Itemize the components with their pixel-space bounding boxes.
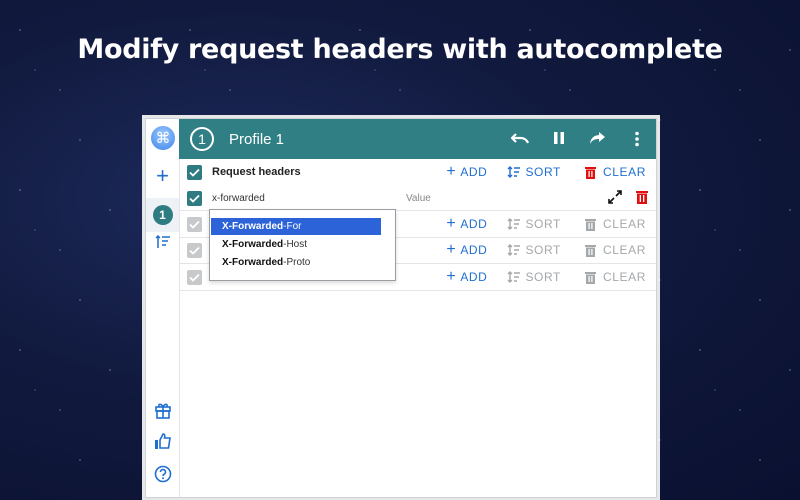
clear-label: CLEAR [602,217,646,231]
sort-icon [507,271,521,283]
trash-icon [584,244,596,257]
plus-icon: + [446,163,457,180]
section-checkbox[interactable] [187,242,202,258]
help-icon [154,465,171,483]
add-button[interactable]: + ADD [446,163,487,181]
sort-icon [507,244,521,256]
check-icon [189,168,200,177]
more-options-button[interactable] [617,131,656,147]
option-match: X-Forwarded [222,257,284,268]
expand-icon [608,189,622,204]
add-label: ADD [460,243,488,257]
undo-icon [510,133,529,144]
sort-profiles-button[interactable] [146,229,179,255]
sort-button[interactable]: SORT [507,165,561,179]
trash-icon [636,190,648,204]
option-match: X-Forwarded [222,239,284,250]
autocomplete-option[interactable]: X-Forwarded -Host [211,236,381,253]
rate-button[interactable] [146,428,179,454]
gift-button[interactable] [146,397,179,423]
profile-number-badge: 1 [190,127,214,151]
plus-icon: + [446,241,457,258]
option-rest: -Proto [283,257,311,268]
pause-button[interactable] [539,131,578,147]
add-label: ADD [460,270,488,284]
sort-label: SORT [525,243,561,257]
add-label: ADD [460,217,488,231]
add-button[interactable]: + ADD [446,241,487,259]
sort-button[interactable]: SORT [507,217,561,231]
app-logo-icon: ⌘ [151,126,175,150]
gift-icon [154,403,171,419]
check-icon [189,220,200,229]
option-match: X-Forwarded [222,221,284,232]
thumbs-up-icon [154,433,171,449]
trash-icon [584,271,596,284]
undo-button[interactable] [500,131,539,147]
section-checkbox[interactable] [187,269,202,285]
redo-button[interactable] [578,131,617,147]
clear-button[interactable]: CLEAR [584,270,646,284]
sort-label: SORT [525,217,561,231]
extension-popup: ⌘ + 1 1 Profile 1 Request headers +ADD [145,118,657,498]
clear-label: CLEAR [602,165,646,179]
delete-header-button[interactable] [636,190,648,207]
clear-button[interactable]: CLEAR [584,165,646,179]
profile-title[interactable]: Profile 1 [229,131,284,148]
trash-icon [584,218,596,231]
sidebar: ⌘ + 1 [146,119,180,497]
request-headers-section: Request headers + ADD SORT CLEAR [179,159,656,185]
profile-badge: 1 [152,205,173,225]
section-checkbox[interactable] [187,164,202,180]
header-enabled-checkbox[interactable] [187,190,202,206]
add-label: ADD [460,165,488,179]
sort-icon [507,166,521,178]
help-button[interactable] [146,461,179,487]
section-checkbox[interactable] [187,216,202,232]
redo-icon [589,132,605,144]
more-vert-icon [634,131,639,147]
sort-label: SORT [525,165,561,179]
autocomplete-dropdown: X-Forwarded -For X-Forwarded -Host X-Forwa… [209,209,396,281]
sidebar-profile-1[interactable]: 1 [146,198,179,232]
sort-icon [507,218,521,230]
check-icon [189,246,200,255]
header-value-input[interactable]: Value [406,193,431,204]
header-name-input[interactable]: x-forwarded [212,193,265,204]
clear-button[interactable]: CLEAR [584,217,646,231]
profile-toolbar: 1 Profile 1 [179,119,656,159]
pause-icon [553,132,564,144]
trash-icon [584,166,596,179]
sort-button[interactable]: SORT [507,243,561,257]
header-entry-row: x-forwarded Value [179,185,656,211]
clear-label: CLEAR [602,243,646,257]
sort-icon [154,235,170,248]
clear-button[interactable]: CLEAR [584,243,646,257]
expand-button[interactable] [608,189,622,207]
autocomplete-option[interactable]: X-Forwarded -For [211,218,381,235]
add-button[interactable]: + ADD [446,268,487,286]
headline: Modify request headers with autocomplete [77,34,723,65]
sort-label: SORT [525,270,561,284]
check-icon [189,273,200,282]
clear-label: CLEAR [602,270,646,284]
option-rest: -Host [283,239,308,250]
section-label: Request headers [212,166,301,178]
check-icon [189,194,200,203]
plus-icon: + [446,215,457,232]
add-button[interactable]: + ADD [446,215,487,233]
autocomplete-option[interactable]: X-Forwarded -Proto [211,254,381,271]
add-profile-button[interactable]: + [146,163,179,189]
option-rest: -For [283,221,302,232]
plus-icon: + [446,268,457,285]
sort-button[interactable]: SORT [507,270,561,284]
